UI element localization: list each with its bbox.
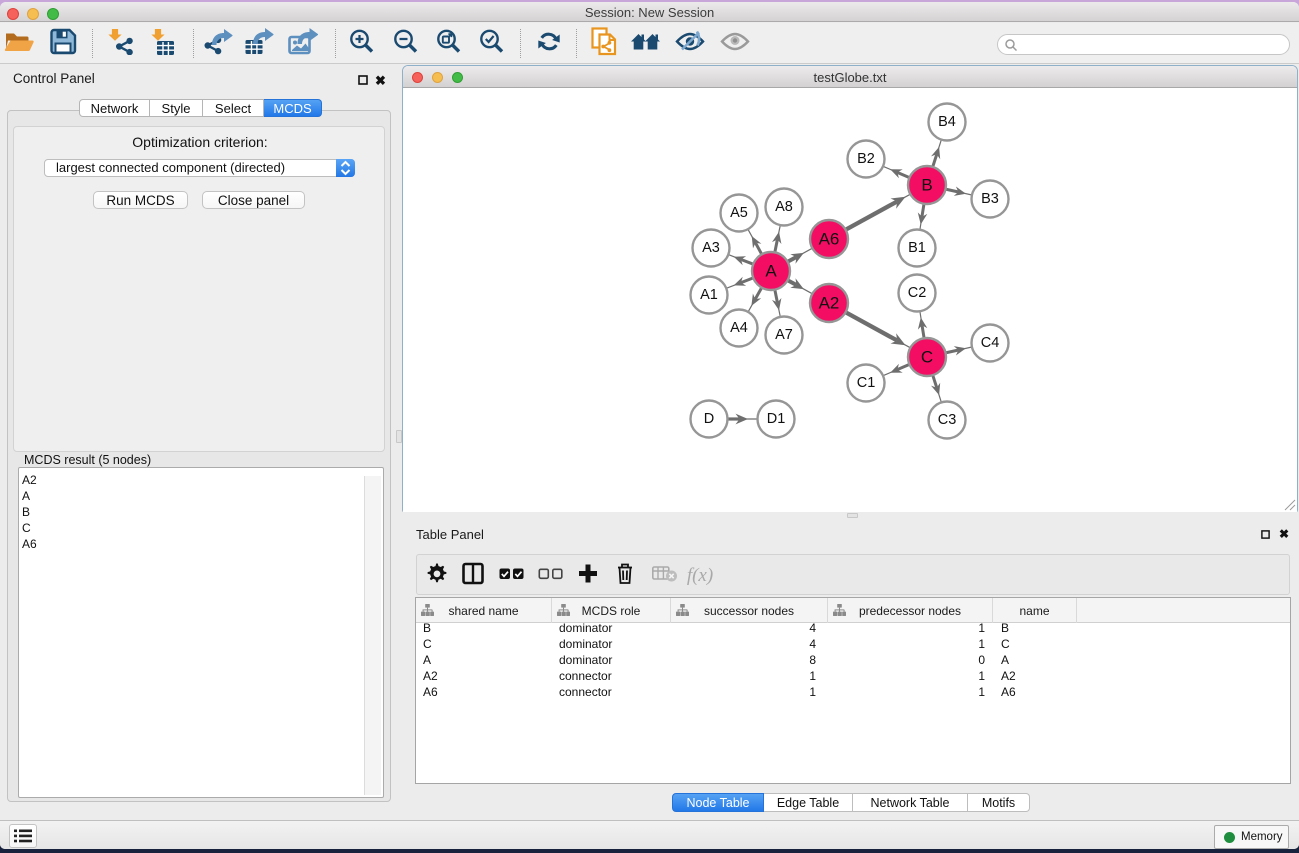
svg-text:A2: A2 xyxy=(819,294,840,313)
svg-text:C4: C4 xyxy=(981,335,1000,351)
svg-text:B1: B1 xyxy=(908,240,926,256)
svg-text:D1: D1 xyxy=(767,411,786,427)
svg-text:A3: A3 xyxy=(702,240,720,256)
svg-text:A7: A7 xyxy=(775,327,793,343)
svg-text:B4: B4 xyxy=(938,114,956,130)
svg-text:C1: C1 xyxy=(857,375,876,391)
svg-text:C: C xyxy=(921,348,933,367)
svg-text:C2: C2 xyxy=(908,285,927,301)
svg-text:A6: A6 xyxy=(819,230,840,249)
svg-text:B: B xyxy=(921,176,932,195)
svg-text:C3: C3 xyxy=(938,412,957,428)
svg-text:A5: A5 xyxy=(730,205,748,221)
svg-text:B2: B2 xyxy=(857,151,875,167)
svg-text:B3: B3 xyxy=(981,191,999,207)
svg-text:D: D xyxy=(704,411,714,427)
svg-text:A8: A8 xyxy=(775,199,793,215)
svg-text:A1: A1 xyxy=(700,287,718,303)
svg-text:A4: A4 xyxy=(730,320,748,336)
svg-text:A: A xyxy=(765,262,777,281)
